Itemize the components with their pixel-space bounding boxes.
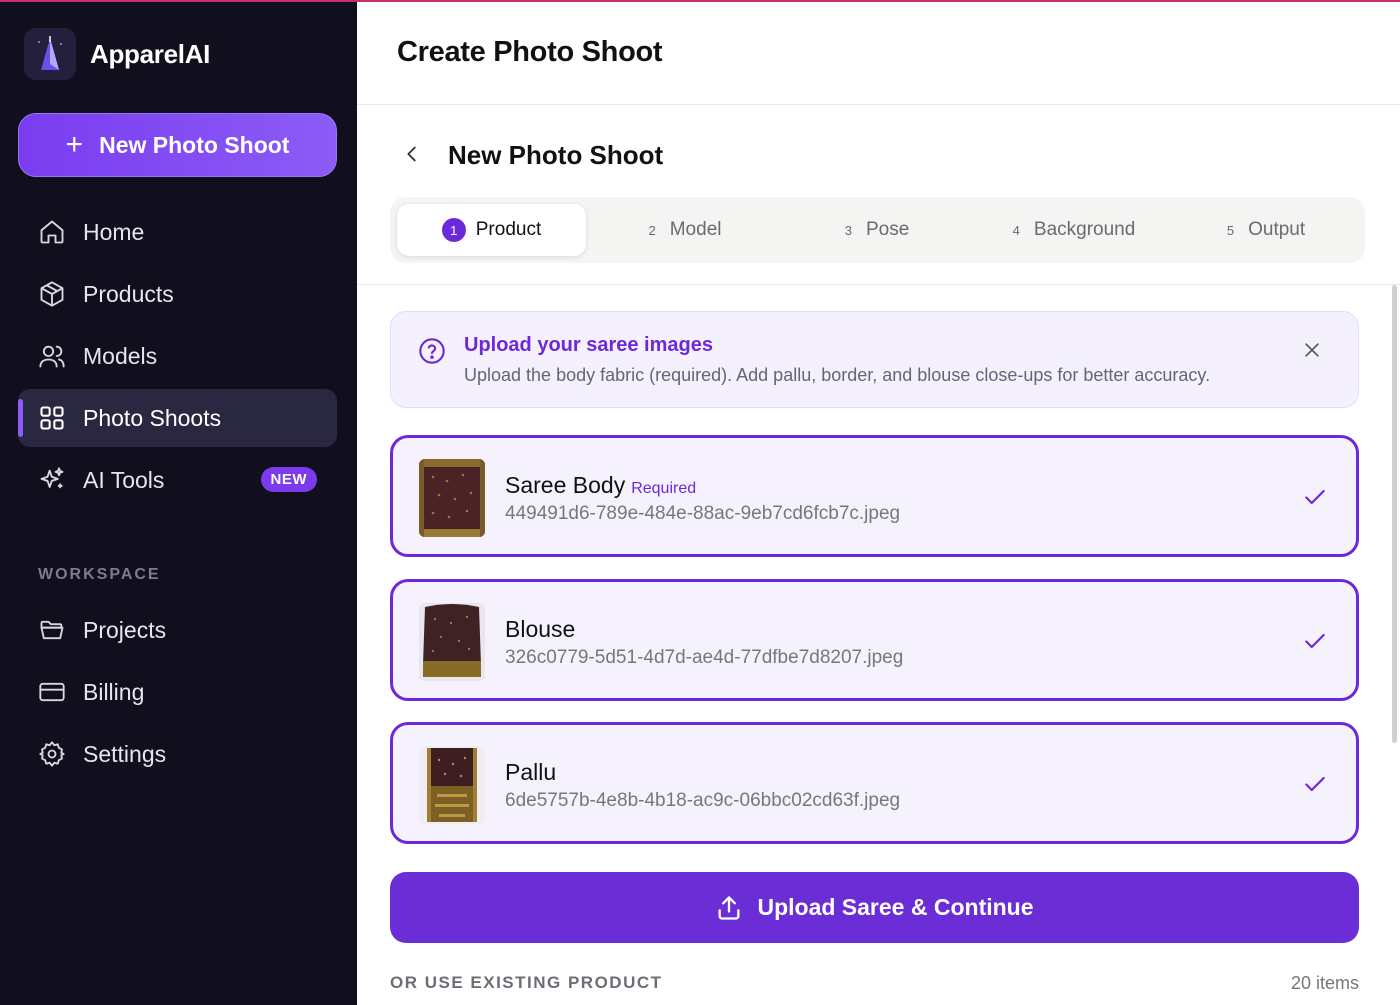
home-icon: [40, 220, 64, 244]
step-number: 4: [1012, 222, 1020, 238]
gear-icon: [39, 741, 65, 767]
upload-card-title: Saree Body Required: [505, 472, 696, 499]
step-label: Pose: [865, 219, 910, 240]
stepper: 1 Product 2 Model 3 Pose 4 Background 5 …: [390, 197, 1365, 263]
sidebar-item-products[interactable]: Products: [18, 265, 337, 323]
brand[interactable]: ApparelAI: [24, 28, 210, 80]
new-badge: NEW: [260, 467, 317, 492]
step-pose[interactable]: 3 Pose: [782, 204, 972, 256]
file-name: 326c0779-5d51-4d7d-ae4d-77dfbe7d8207.jpe…: [505, 647, 904, 668]
upload-card-title: Blouse: [505, 616, 576, 642]
upload-card-title: Pallu: [505, 759, 557, 785]
sidebar-item-billing[interactable]: Billing: [18, 663, 337, 721]
users-icon: [39, 345, 65, 368]
sidebar-item-home[interactable]: Home: [18, 203, 337, 261]
box-icon: [40, 281, 64, 307]
grid-icon: [40, 406, 64, 430]
upload-card-saree-body[interactable]: Saree Body Required 449491d6-789e-484e-88…: [390, 435, 1359, 557]
main-panel: Create Photo Shoot New Photo Shoot 1 Pro…: [357, 0, 1400, 1005]
step-output[interactable]: 5 Output: [1176, 204, 1356, 256]
step-label: Background: [1033, 219, 1136, 240]
pallu-thumbnail: [419, 746, 485, 824]
upload-icon: [718, 895, 740, 920]
sidebar-item-models[interactable]: Models: [18, 327, 337, 385]
step-number: 2: [648, 222, 656, 238]
sidebar-item-label: Projects: [83, 616, 167, 643]
file-name: 449491d6-789e-484e-88ac-9eb7cd6fcb7c.jpe…: [505, 503, 901, 524]
upload-card-title-text: Saree Body: [505, 472, 626, 498]
sidebar-item-settings[interactable]: Settings: [18, 725, 337, 783]
saree-body-thumbnail: [419, 459, 485, 537]
scrollbar[interactable]: [1392, 285, 1397, 743]
chevron-left-icon[interactable]: [401, 143, 423, 165]
upload-button-label: Upload Saree & Continue: [757, 894, 1034, 920]
sidebar-item-label: Home: [83, 218, 145, 245]
check-icon: [1305, 489, 1325, 505]
required-label: Required: [631, 480, 697, 497]
wizard-header: New Photo Shoot 1 Product 2 Model 3 Pose…: [357, 105, 1400, 285]
sidebar-item-photo-shoots[interactable]: Photo Shoots: [18, 389, 337, 447]
logo-icon: [24, 28, 76, 80]
sidebar-item-ai-tools[interactable]: AI Tools NEW: [18, 451, 337, 509]
sidebar-item-label: Billing: [83, 678, 145, 705]
check-icon: [1305, 776, 1325, 792]
folder-icon: [40, 620, 64, 640]
step-label: Output: [1248, 219, 1306, 240]
new-photo-shoot-button[interactable]: + New Photo Shoot: [18, 113, 337, 177]
step-background[interactable]: 4 Background: [974, 204, 1174, 256]
content-area: Upload your saree images Upload the body…: [357, 285, 1400, 1005]
step-number: 1: [441, 218, 466, 242]
new-photo-shoot-label: New Photo Shoot: [99, 131, 290, 158]
step-product[interactable]: 1 Product: [397, 204, 586, 256]
app-name: ApparelAI: [90, 38, 211, 69]
sidebar-item-label: Products: [83, 280, 174, 307]
step-number: 3: [844, 222, 852, 238]
page-title: Create Photo Shoot: [397, 36, 663, 68]
sparkles-icon: [40, 467, 64, 489]
wizard-title: New Photo Shoot: [448, 140, 664, 170]
step-label: Model: [669, 219, 722, 240]
sidebar-item-label: AI Tools: [83, 466, 165, 493]
upload-card-blouse[interactable]: Blouse 326c0779-5d51-4d7d-ae4d-77dfbe7d8…: [390, 579, 1359, 701]
sidebar: ApparelAI + New Photo Shoot Home Product…: [0, 0, 357, 1005]
blouse-thumbnail: [419, 603, 485, 681]
sidebar-item-label: Settings: [83, 740, 167, 767]
step-label: Product: [475, 219, 542, 240]
step-model[interactable]: 2 Model: [590, 204, 780, 256]
credit-card-icon: [39, 682, 65, 702]
page-header: Create Photo Shoot: [357, 0, 1400, 105]
workspace-section-label: WORKSPACE: [38, 566, 161, 583]
close-icon[interactable]: [1302, 340, 1322, 360]
sidebar-item-label: Photo Shoots: [83, 404, 222, 431]
upload-card-pallu[interactable]: Pallu 6de5757b-4e8b-4b18-ac9c-06bbc02cd6…: [390, 722, 1359, 844]
items-count: 20 items: [1290, 973, 1359, 993]
help-circle-icon: [419, 338, 445, 364]
existing-product-label: OR USE EXISTING PRODUCT: [390, 973, 663, 992]
info-text: Upload the body fabric (required). Add p…: [464, 365, 1211, 385]
top-accent-line: [0, 0, 1400, 2]
file-name: 6de5757b-4e8b-4b18-ac9c-06bbc02cd63f.jpe…: [505, 790, 901, 811]
sidebar-item-projects[interactable]: Projects: [18, 601, 337, 659]
upload-saree-continue-button[interactable]: Upload Saree & Continue: [390, 872, 1359, 943]
info-banner: Upload your saree images Upload the body…: [390, 311, 1359, 408]
plus-icon: +: [65, 128, 84, 161]
sidebar-item-label: Models: [83, 342, 158, 369]
check-icon: [1305, 633, 1325, 649]
info-title: Upload your saree images: [464, 334, 713, 356]
step-number: 5: [1226, 222, 1235, 238]
